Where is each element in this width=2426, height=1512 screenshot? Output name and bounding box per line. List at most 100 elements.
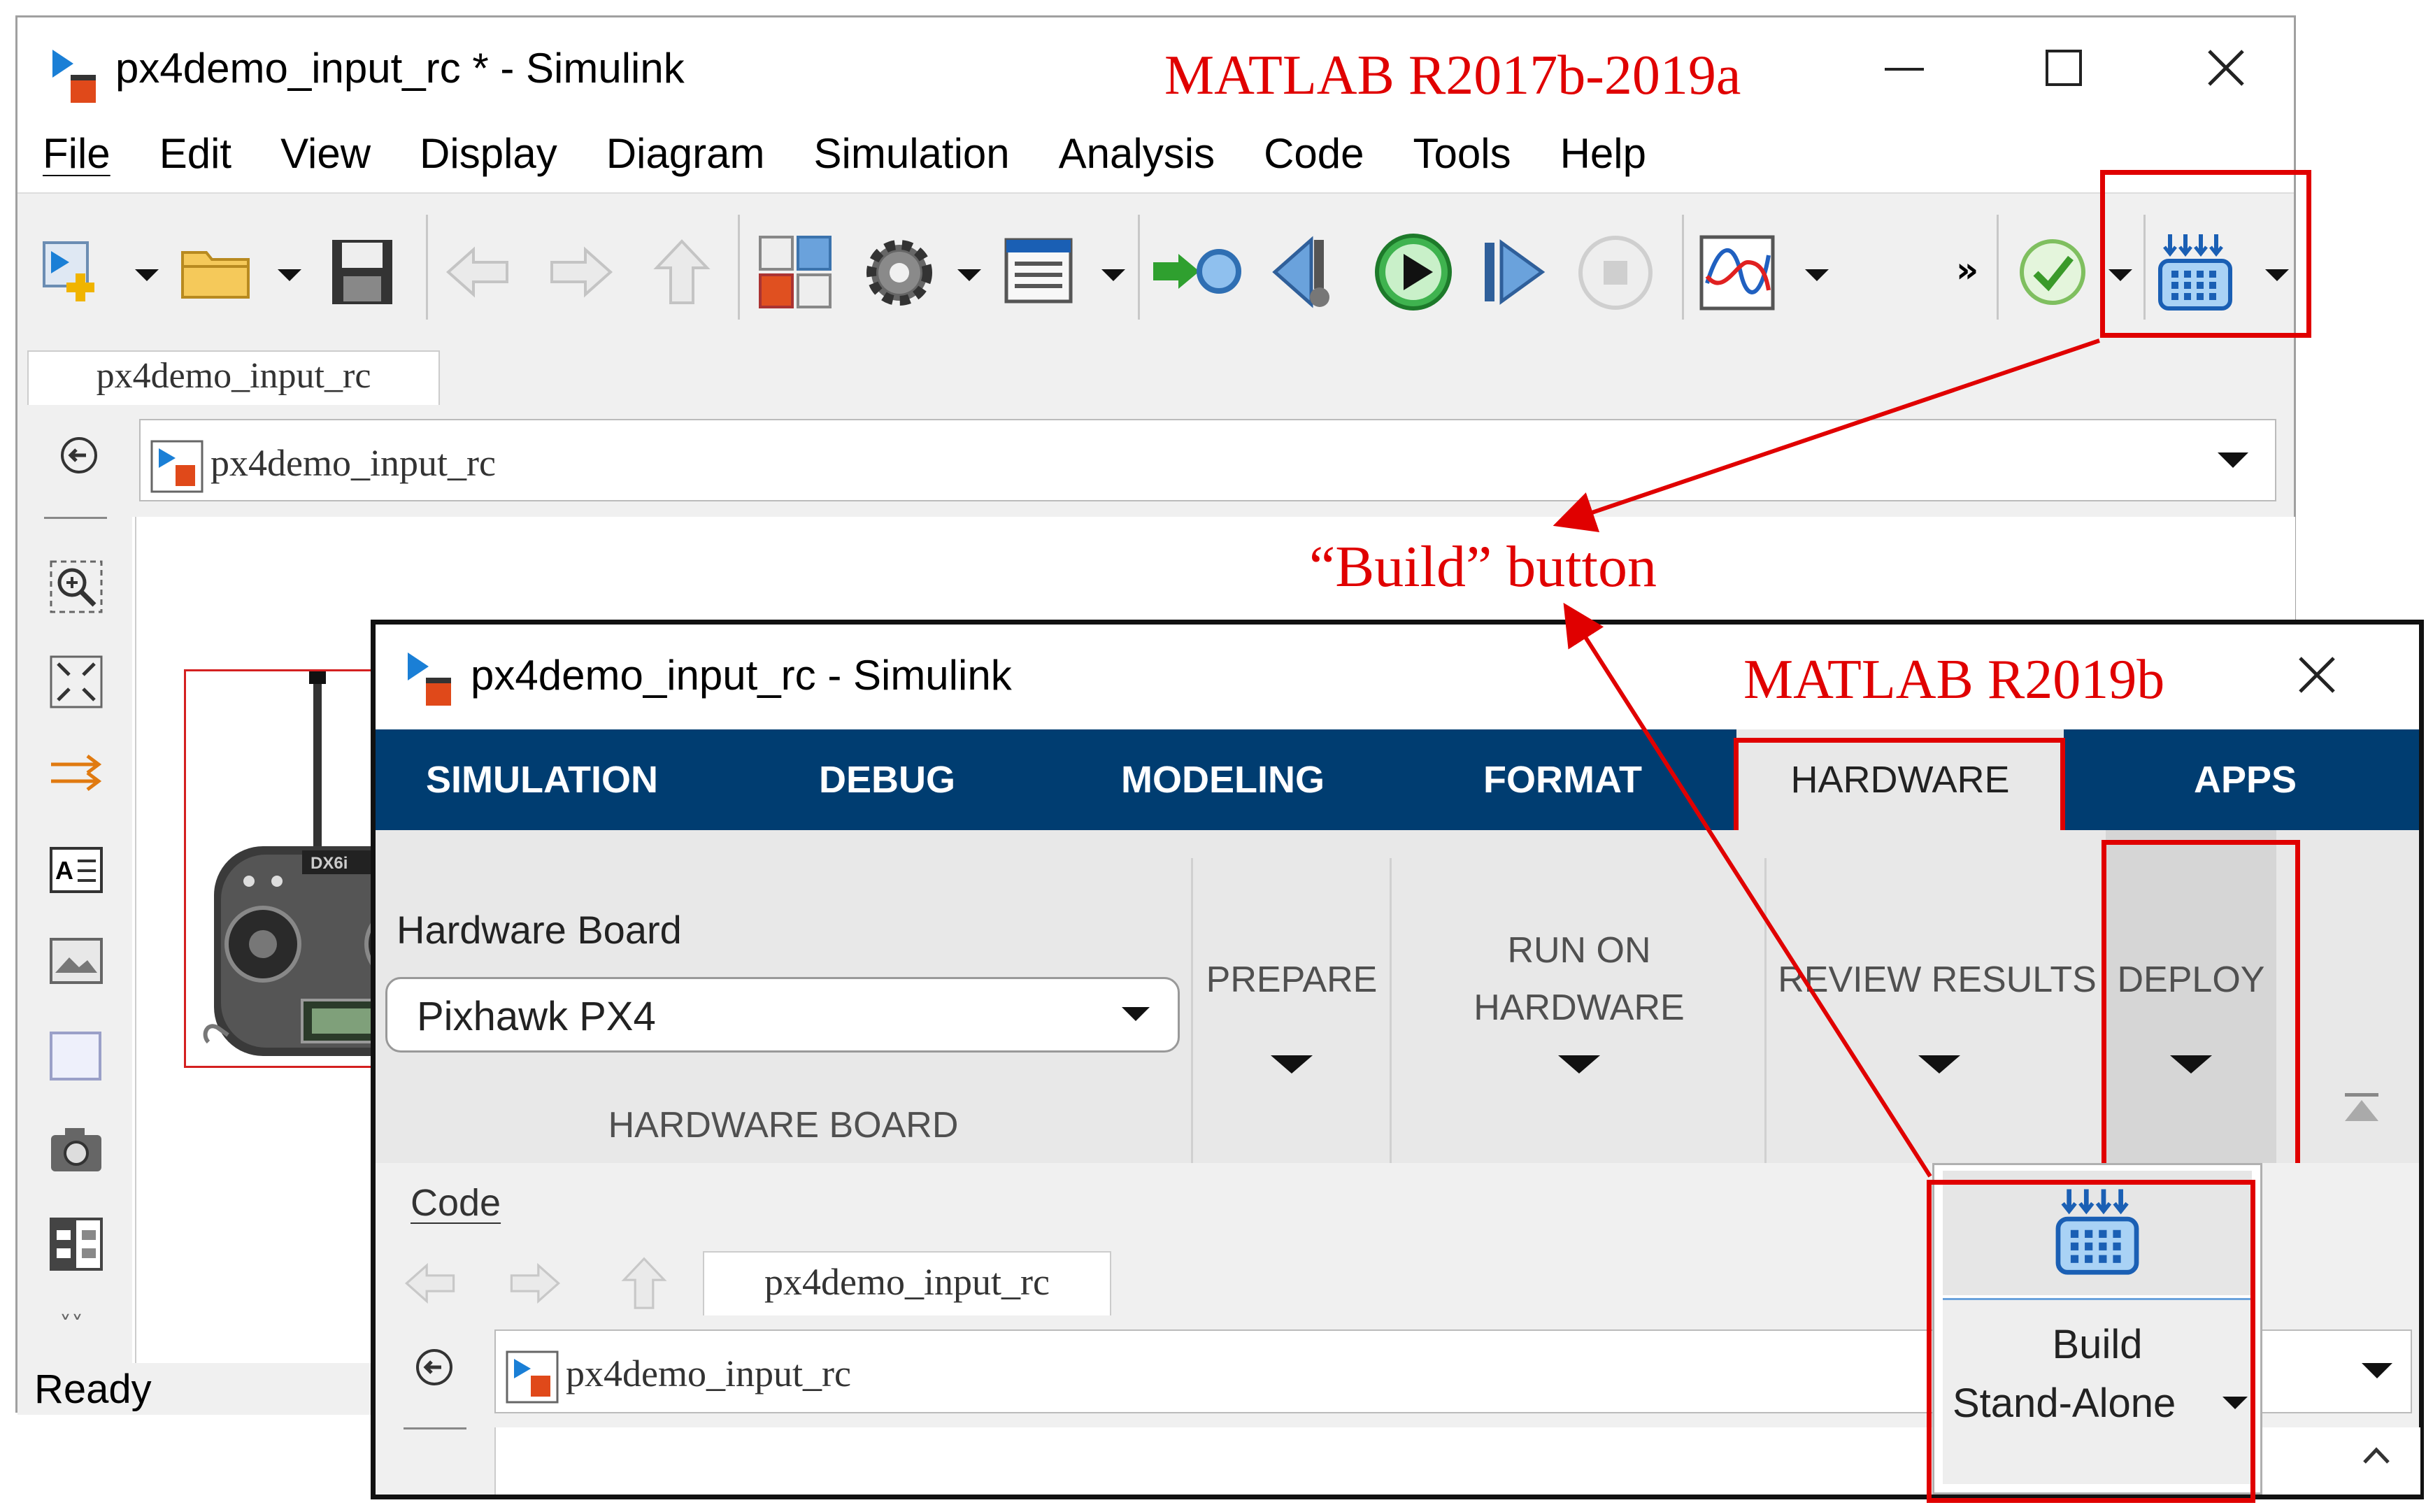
ribbon-tab-bar: SIMULATION DEBUG MODELING FORMAT HARDWAR… (376, 729, 2419, 830)
explorer-dropdown-icon[interactable] (1101, 269, 1125, 281)
model-settings-gear-icon[interactable] (861, 234, 938, 311)
model-tab[interactable]: px4demo_input_rc (27, 350, 440, 405)
maximize-icon (2046, 50, 2082, 86)
section-hardware-board-title: HARDWARE BOARD (608, 1105, 959, 1146)
board-dropdown-icon[interactable] (1122, 1007, 1150, 1021)
section-review-results-title: REVIEW RESULTS (1778, 960, 2097, 1000)
camera-icon[interactable] (48, 1125, 104, 1174)
version-label-new: MATLAB R2019b (1743, 649, 2165, 711)
forward-arrow-icon[interactable] (546, 244, 616, 300)
step-back-icon[interactable] (1269, 233, 1339, 311)
status-text: Ready (34, 1367, 152, 1412)
hide-explorer-icon[interactable] (58, 434, 100, 476)
open-dropdown-icon[interactable] (278, 269, 301, 281)
menu-view[interactable]: View (280, 130, 371, 177)
menu-file[interactable]: File (43, 130, 110, 177)
section-run-on-hardware-line2: HARDWARE (1474, 987, 1685, 1028)
front-breadcrumb-text: px4demo_input_rc (566, 1353, 851, 1395)
maximize-button[interactable] (2025, 31, 2109, 101)
back-arrow-icon[interactable] (401, 1261, 459, 1306)
save-icon[interactable] (329, 237, 395, 307)
front-left-palette (376, 1427, 494, 1495)
run-on-hardware-button[interactable]: RUN ON HARDWARE (1394, 830, 1764, 1163)
new-model-dropdown-icon[interactable] (135, 269, 159, 281)
breadcrumb-dropdown-icon[interactable] (2218, 452, 2248, 468)
model-tab-strip: px4demo_input_rc (17, 338, 2294, 405)
toolbar-separator (1682, 215, 1684, 320)
model-browser-icon[interactable] (48, 1216, 104, 1272)
toolbar-overflow[interactable]: » (1956, 250, 1978, 290)
annotation-icon[interactable]: A (48, 846, 104, 894)
forward-arrow-icon[interactable] (506, 1261, 564, 1306)
breadcrumb-dropdown-icon[interactable] (2362, 1363, 2392, 1378)
palette-divider (44, 517, 107, 519)
review-results-button[interactable]: REVIEW RESULTS (1769, 830, 2106, 1163)
model-explorer-icon[interactable] (1004, 237, 1073, 304)
prepare-dropdown-icon (1271, 1055, 1313, 1074)
menu-diagram[interactable]: Diagram (606, 130, 765, 177)
data-inspector-icon[interactable] (1699, 234, 1776, 311)
fit-to-view-icon[interactable] (48, 654, 104, 710)
menu-edit[interactable]: Edit (159, 130, 231, 177)
menu-tools[interactable]: Tools (1413, 130, 1511, 177)
front-model-tab-label: px4demo_input_rc (764, 1261, 1050, 1303)
menu-simulation[interactable]: Simulation (814, 130, 1010, 177)
ribbon-separator (1191, 858, 1193, 1163)
close-icon (2299, 657, 2335, 693)
step-forward-icon[interactable] (1480, 237, 1548, 307)
build-button-highlight (2100, 170, 2311, 338)
build-button-annotation: “Build” button (1309, 534, 1657, 599)
menu-bar: File Edit View Display Diagram Simulation Anal… (43, 129, 1695, 185)
svg-text:DX6i: DX6i (311, 854, 348, 873)
front-model-tab[interactable]: px4demo_input_rc (703, 1251, 1111, 1315)
run-on-hardware-dropdown-icon (1558, 1055, 1600, 1074)
back-arrow-icon[interactable] (443, 244, 513, 300)
toolbar: » (17, 192, 2294, 341)
front-window-titlebar: px4demo_input_rc - Simulink MATLAB R2019… (376, 625, 2419, 729)
palette-more-icon[interactable]: ˅˅ (59, 1311, 83, 1339)
tab-debug[interactable]: DEBUG (819, 729, 955, 830)
toolbar-separator (426, 215, 428, 320)
model-advisor-check-icon[interactable] (2018, 237, 2088, 307)
settings-dropdown-icon[interactable] (957, 269, 981, 281)
open-folder-icon[interactable] (178, 243, 255, 301)
hardware-board-value: Pixhawk PX4 (417, 994, 656, 1039)
inspector-dropdown-icon[interactable] (1805, 269, 1829, 281)
deploy-highlight (2102, 840, 2300, 1169)
minimize-button[interactable] (1864, 31, 1948, 101)
prepare-button[interactable]: PREPARE (1195, 830, 1388, 1163)
front-close-button[interactable] (2281, 639, 2357, 708)
image-icon[interactable] (48, 936, 104, 985)
zoom-in-icon[interactable] (48, 559, 104, 615)
new-model-icon[interactable] (38, 237, 108, 307)
tab-modeling[interactable]: MODELING (1121, 729, 1325, 830)
update-diagram-icon[interactable] (1150, 240, 1243, 303)
review-results-dropdown-icon (1918, 1055, 1960, 1074)
tab-apps[interactable]: APPS (2194, 729, 2297, 830)
collapse-ribbon-icon[interactable] (2341, 1089, 2383, 1131)
hardware-board-select[interactable]: Pixhawk PX4 (385, 977, 1180, 1053)
arrows-icon[interactable] (48, 752, 104, 794)
menu-code[interactable]: Code (1264, 130, 1364, 177)
area-icon[interactable] (50, 1032, 101, 1080)
close-icon (2208, 50, 2244, 86)
breadcrumb[interactable]: px4demo_input_rc (139, 419, 2276, 501)
model-tab-label: px4demo_input_rc (96, 356, 371, 396)
build-stand-alone-highlight (1927, 1180, 2255, 1503)
menu-analysis[interactable]: Analysis (1059, 130, 1215, 177)
tab-simulation[interactable]: SIMULATION (426, 729, 658, 830)
hide-explorer-icon[interactable] (413, 1346, 455, 1388)
up-arrow-icon[interactable] (652, 237, 711, 307)
code-menu[interactable]: Code (411, 1181, 501, 1225)
tab-format[interactable]: FORMAT (1483, 729, 1642, 830)
library-browser-icon[interactable] (757, 234, 834, 311)
close-button[interactable] (2185, 31, 2269, 101)
menu-help[interactable]: Help (1560, 130, 1646, 177)
toolbar-separator (738, 215, 740, 320)
up-arrow-icon[interactable] (620, 1255, 668, 1311)
menu-display[interactable]: Display (420, 130, 557, 177)
scroll-up-icon[interactable] (2359, 1441, 2394, 1469)
stop-icon[interactable] (1577, 234, 1654, 311)
breadcrumb-text: px4demo_input_rc (211, 442, 496, 484)
run-icon[interactable] (1373, 231, 1454, 313)
